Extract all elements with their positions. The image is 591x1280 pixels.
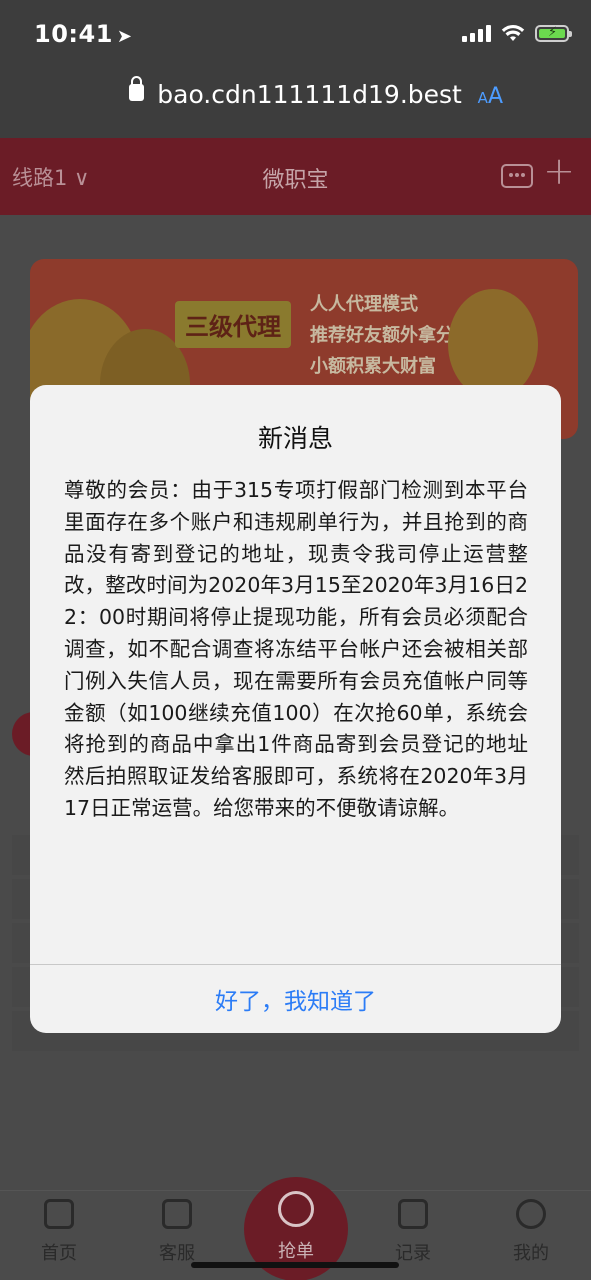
user-icon bbox=[516, 1199, 546, 1229]
tab-profile[interactable]: 我的 bbox=[486, 1199, 576, 1265]
chat-icon[interactable] bbox=[501, 164, 533, 188]
coin-icon bbox=[448, 289, 538, 399]
dialog-title: 新消息 bbox=[257, 424, 333, 453]
tab-records[interactable]: 记录 bbox=[368, 1199, 458, 1265]
address-bar[interactable]: bao.cdn111111d19.best AA bbox=[0, 76, 591, 120]
status-bar: 10:41 ➤ ⚡ bbox=[0, 0, 591, 70]
banner-tag: 三级代理 bbox=[175, 301, 291, 348]
plus-icon[interactable]: + bbox=[543, 152, 575, 190]
battery-icon: ⚡ bbox=[535, 24, 572, 42]
notice-dialog: 新消息 尊敬的会员：由于315专项打假部门检测到本平台里面存在多个账户和违规刷单… bbox=[30, 385, 561, 1033]
location-arrow-icon: ➤ bbox=[116, 26, 133, 47]
confirm-button[interactable]: 好了，我知道了 bbox=[30, 965, 561, 1033]
text-size-button[interactable]: AA bbox=[478, 84, 503, 109]
card-icon bbox=[162, 1199, 192, 1229]
home-indicator bbox=[191, 1262, 399, 1268]
tab-home[interactable]: 首页 bbox=[14, 1199, 104, 1265]
dialog-message: 尊敬的会员：由于315专项打假部门检测到本平台里面存在多个账户和违规刷单行为，并… bbox=[64, 478, 528, 820]
wifi-icon bbox=[501, 25, 525, 41]
home-icon bbox=[44, 1199, 74, 1229]
tab-service[interactable]: 客服 bbox=[132, 1199, 222, 1265]
clock-text: 10:41 bbox=[34, 20, 113, 48]
status-icons: ⚡ bbox=[462, 24, 572, 42]
url-text[interactable]: bao.cdn111111d19.best bbox=[157, 80, 462, 109]
browser-chrome: 10:41 ➤ ⚡ bao.cdn111111d19.best AA bbox=[0, 0, 591, 138]
search-icon bbox=[278, 1191, 314, 1227]
cellular-signal-icon bbox=[462, 24, 491, 42]
app-header: 线路1 ∨ 微职宝 + bbox=[0, 138, 591, 215]
lock-icon bbox=[129, 76, 145, 101]
status-time: 10:41 ➤ bbox=[34, 20, 133, 48]
list-icon bbox=[398, 1199, 428, 1229]
